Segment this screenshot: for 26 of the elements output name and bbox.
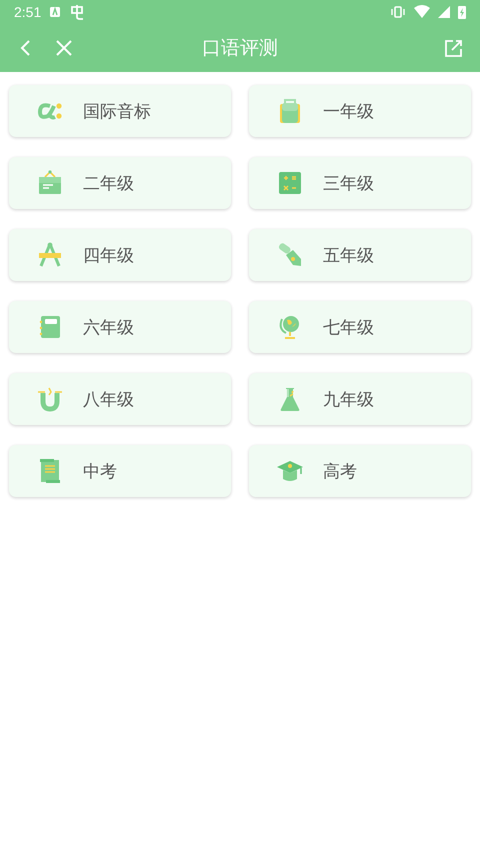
grade-card[interactable]: 高考 [249, 445, 471, 497]
compass-icon [36, 241, 64, 269]
grade-card[interactable]: 八年级 [9, 373, 231, 425]
grade-card[interactable]: 四年级 [9, 229, 231, 281]
notification-icon [49, 6, 62, 18]
grade-card[interactable]: 三年级 [249, 157, 471, 209]
grade-card[interactable]: 九年级 [249, 373, 471, 425]
wifi-icon [414, 5, 430, 19]
status-time: 2:51 [14, 4, 42, 20]
grade-card[interactable]: 七年级 [249, 301, 471, 353]
signal-icon [438, 6, 450, 18]
grade-card[interactable]: 国际音标 [9, 85, 231, 137]
share-icon[interactable] [444, 38, 464, 58]
magnet-icon [36, 385, 64, 413]
pen-nib-icon [276, 241, 304, 269]
close-icon[interactable] [54, 38, 74, 58]
vibrate-icon [390, 5, 406, 19]
battery-icon [458, 5, 466, 19]
page-title: 口语评测 [202, 36, 278, 61]
grade-card[interactable]: 中考 [9, 445, 231, 497]
grade-card[interactable]: 二年级 [9, 157, 231, 209]
grade-card[interactable]: 五年级 [249, 229, 471, 281]
grade-card[interactable]: 六年级 [9, 301, 231, 353]
calculator-icon [276, 169, 304, 197]
grade-card[interactable]: 一年级 [249, 85, 471, 137]
sign-board-icon [36, 169, 64, 197]
